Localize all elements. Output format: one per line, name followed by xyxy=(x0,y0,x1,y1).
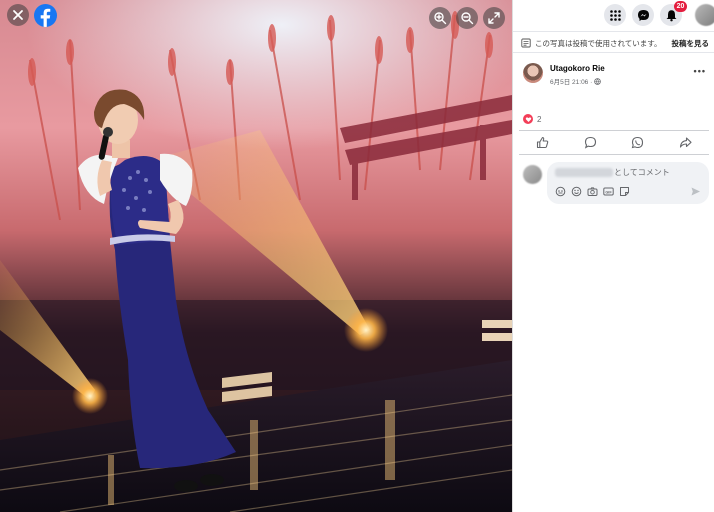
whatsapp-share-button[interactable] xyxy=(614,131,662,154)
gif-icon[interactable]: GIF xyxy=(603,186,614,197)
zoom-in-icon xyxy=(434,12,447,25)
zoom-out-icon xyxy=(461,12,474,25)
send-icon[interactable] xyxy=(690,186,701,197)
usage-notice-text: この写真は投稿で使用されています。 xyxy=(535,39,662,48)
post-action-bar xyxy=(519,130,709,155)
globe-icon xyxy=(594,77,602,85)
more-options-button[interactable]: ••• xyxy=(694,66,706,76)
concert-photo xyxy=(0,0,512,512)
post-icon xyxy=(521,38,531,48)
photo-viewer xyxy=(0,0,512,512)
close-button[interactable] xyxy=(7,4,29,26)
top-navigation-bar: 20 xyxy=(513,0,714,30)
author-name[interactable]: Utagokoro Rie xyxy=(550,64,605,73)
sticker-icon[interactable] xyxy=(619,186,630,197)
avatar-sticker-icon[interactable] xyxy=(555,186,566,197)
comment-tools: GIF xyxy=(555,186,630,197)
author-avatar[interactable] xyxy=(523,63,543,83)
messenger-icon xyxy=(637,9,649,21)
comment-icon xyxy=(584,136,596,149)
whatsapp-icon xyxy=(631,136,644,149)
post-meta: 6月5日 21:06 · xyxy=(550,76,602,86)
comment-input[interactable]: としてコメント GIF xyxy=(547,162,709,204)
share-icon xyxy=(679,137,692,148)
blurred-user-name xyxy=(555,168,613,177)
camera-icon[interactable] xyxy=(587,186,598,197)
like-icon xyxy=(537,136,549,149)
account-avatar[interactable] xyxy=(695,4,714,26)
emoji-icon[interactable] xyxy=(571,186,582,197)
photo-usage-notice: この写真は投稿で使用されています。 投稿を見る xyxy=(513,31,714,53)
photo-viewer-window: 20 この写真は投稿で使用されています。 投稿を見る Utagokoro Rie… xyxy=(0,0,714,512)
facebook-logo[interactable] xyxy=(34,4,57,27)
reaction-count: 2 xyxy=(537,114,542,124)
comment-placeholder-text: としてコメント xyxy=(614,168,670,177)
comment-placeholder: としてコメント xyxy=(555,167,670,178)
like-button[interactable] xyxy=(519,131,567,154)
zoom-out-button[interactable] xyxy=(456,7,478,29)
comment-button[interactable] xyxy=(567,131,615,154)
fullscreen-icon xyxy=(488,12,500,24)
post-timestamp[interactable]: 6月5日 21:06 · xyxy=(550,76,592,86)
love-reaction-icon xyxy=(523,114,533,124)
grid-menu-icon xyxy=(609,9,621,21)
messenger-button[interactable] xyxy=(632,4,654,26)
fullscreen-button[interactable] xyxy=(483,7,505,29)
view-post-link[interactable]: 投稿を見る xyxy=(672,38,710,49)
reaction-summary[interactable]: 2 xyxy=(523,114,541,124)
close-icon xyxy=(13,10,23,20)
commenter-avatar xyxy=(523,165,542,184)
post-side-panel: 20 この写真は投稿で使用されています。 投稿を見る Utagokoro Rie… xyxy=(512,0,714,512)
svg-text:GIF: GIF xyxy=(605,190,612,194)
zoom-in-button[interactable] xyxy=(429,7,451,29)
notification-count-badge: 20 xyxy=(674,1,687,12)
facebook-f-icon xyxy=(40,8,51,27)
menu-button[interactable] xyxy=(604,4,626,26)
share-button[interactable] xyxy=(662,131,710,154)
